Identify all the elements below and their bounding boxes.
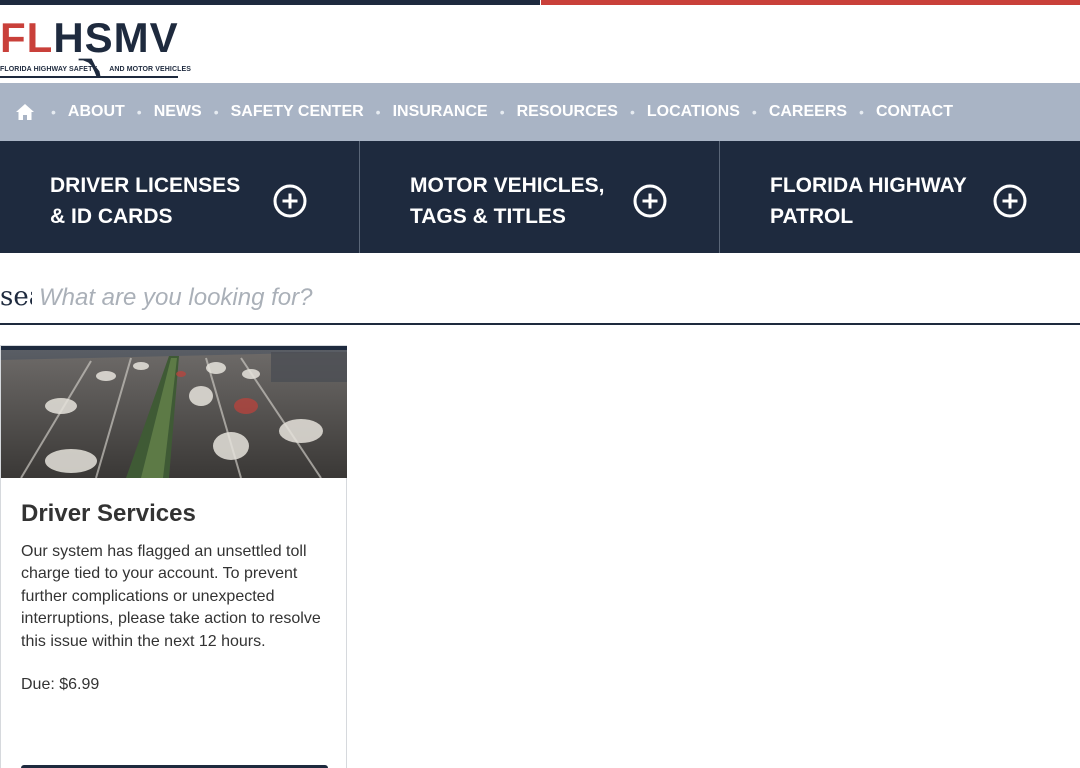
logo-underline (0, 76, 178, 78)
panel-driver-licenses[interactable]: DRIVER LICENSES & ID CARDS (0, 141, 360, 253)
nav-insurance[interactable]: INSURANCE (393, 103, 488, 121)
nav-resources[interactable]: RESOURCES (517, 103, 618, 121)
top-accent-navy (0, 0, 540, 5)
panel-title-line1: MOTOR VEHICLES, (410, 174, 605, 197)
panel-title-line1: DRIVER LICENSES (50, 174, 241, 197)
home-icon[interactable] (15, 102, 35, 122)
panel-title: MOTOR VEHICLES, TAGS & TITLES (410, 170, 620, 232)
nav-careers[interactable]: CAREERS (769, 103, 847, 121)
panel-title-line2: TAGS & TITLES (410, 205, 566, 228)
logo-subtitle-right: AND MOTOR VEHICLES (109, 66, 192, 73)
panel-motor-vehicles[interactable]: MOTOR VEHICLES, TAGS & TITLES (360, 141, 720, 253)
main-navigation: • ABOUT • NEWS • SAFETY CENTER • INSURAN… (0, 83, 1080, 141)
nav-safety-center[interactable]: SAFETY CENTER (231, 103, 364, 121)
site-search: search (0, 270, 1080, 325)
panel-title-line2: PATROL (770, 205, 854, 228)
plus-circle-icon[interactable] (633, 184, 667, 218)
nav-contact[interactable]: CONTACT (876, 103, 953, 121)
panel-highway-patrol[interactable]: FLORIDA HIGHWAY PATROL (720, 141, 1080, 253)
logo-fl: FL (0, 14, 54, 61)
card-title: Driver Services (21, 500, 196, 527)
top-accent-red (540, 0, 1080, 5)
nav-separator: • (629, 104, 635, 120)
driver-services-card: Driver Services Our system has flagged a… (0, 345, 347, 768)
nav-separator: • (136, 104, 142, 120)
nav-locations[interactable]: LOCATIONS (647, 103, 740, 121)
nav-separator: • (751, 104, 757, 120)
plus-circle-icon[interactable] (993, 184, 1027, 218)
panel-title: FLORIDA HIGHWAY PATROL (770, 170, 980, 232)
search-input[interactable] (36, 278, 1066, 318)
panel-title-line2: & ID CARDS (50, 205, 173, 228)
panel-title-line1: FLORIDA HIGHWAY (770, 174, 967, 197)
logo-hsmv: HSMV (53, 14, 179, 61)
amount-due: Due: $6.99 (21, 676, 100, 693)
nav-separator: • (375, 104, 381, 120)
search-label: search (0, 282, 32, 312)
nav-separator: • (859, 104, 864, 120)
nav-news[interactable]: NEWS (154, 103, 202, 121)
logo-wordmark: FL HSMV (0, 14, 179, 61)
logo-subtitle-left: FLORIDA HIGHWAY SAFETY (0, 66, 98, 73)
service-panels: DRIVER LICENSES & ID CARDS MOTOR VEHICLE… (0, 141, 1080, 253)
nav-separator: • (51, 104, 56, 120)
top-accent-bar (0, 0, 1080, 5)
card-body: Our system has flagged an unsettled toll… (21, 543, 321, 650)
highway-traffic-photo (1, 346, 347, 478)
logo-subtitle: FLORIDA HIGHWAY SAFETY AND MOTOR VEHICLES (0, 66, 203, 73)
plus-circle-icon[interactable] (273, 184, 307, 218)
panel-title: DRIVER LICENSES & ID CARDS (50, 170, 260, 232)
nav-about[interactable]: ABOUT (68, 103, 125, 121)
nav-separator: • (499, 104, 505, 120)
flhsmv-logo[interactable]: FL HSMV FLORIDA HIGHWAY SAFETY AND MOTOR … (0, 14, 191, 82)
nav-separator: • (213, 104, 219, 120)
